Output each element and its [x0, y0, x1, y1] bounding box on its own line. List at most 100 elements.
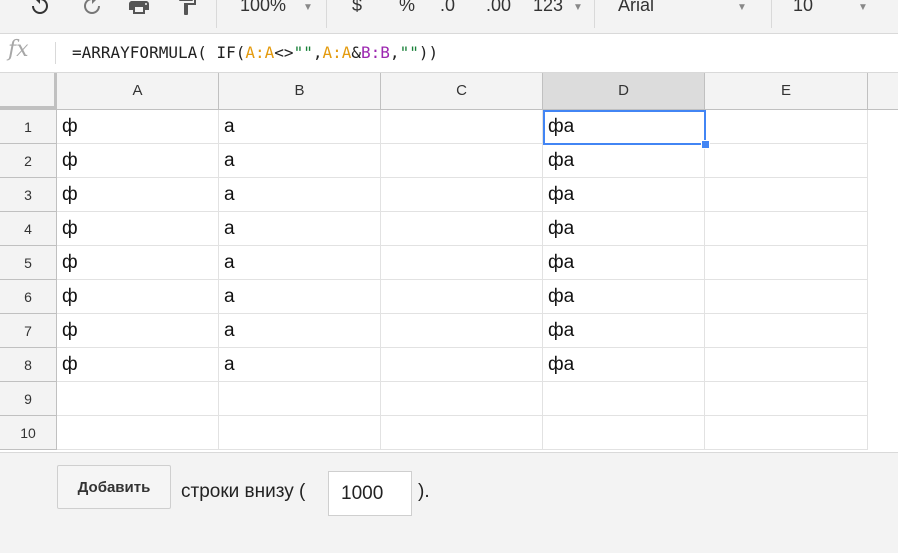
row-header[interactable]: 8 — [0, 348, 57, 382]
cell-b6[interactable]: а — [219, 280, 381, 314]
cell-e2[interactable] — [705, 144, 868, 178]
row-header[interactable]: 1 — [0, 110, 57, 144]
cell-d5[interactable]: фа — [543, 246, 705, 280]
more-formats-button[interactable]: 123 — [533, 0, 563, 16]
cell-e8[interactable] — [705, 348, 868, 382]
cell-b3[interactable]: а — [219, 178, 381, 212]
cell-c9[interactable] — [381, 382, 543, 416]
toolbar-divider — [326, 0, 327, 28]
cell-c5[interactable] — [381, 246, 543, 280]
cell-c7[interactable] — [381, 314, 543, 348]
row-header[interactable]: 7 — [0, 314, 57, 348]
add-rows-label: строки внизу ( — [181, 481, 306, 502]
table-row: 5 ф а фа — [0, 246, 898, 280]
formula-bar: fx =ARRAYFORMULA( IF(A:A<>"",A:A&B:B,"")… — [0, 34, 898, 73]
cell-c6[interactable] — [381, 280, 543, 314]
cell-e10[interactable] — [705, 416, 868, 450]
cell-b8[interactable]: а — [219, 348, 381, 382]
column-header-c[interactable]: C — [381, 73, 543, 109]
column-header-a[interactable]: A — [57, 73, 219, 109]
formula-text: & — [351, 43, 362, 62]
cell-e5[interactable] — [705, 246, 868, 280]
row-header[interactable]: 9 — [0, 382, 57, 416]
cell-b1[interactable]: а — [219, 110, 381, 144]
cell-d7[interactable]: фа — [543, 314, 705, 348]
column-header-d[interactable]: D — [543, 73, 705, 109]
cell-c2[interactable] — [381, 144, 543, 178]
print-icon[interactable] — [127, 0, 151, 17]
row-header[interactable]: 3 — [0, 178, 57, 212]
toolbar: 100% ▼ $ % .0 .00 123 ▼ Arial ▼ 10 ▼ — [0, 0, 898, 34]
row-header[interactable]: 10 — [0, 416, 57, 450]
formula-input[interactable]: =ARRAYFORMULA( IF(A:A<>"",A:A&B:B,"")) — [72, 43, 438, 62]
zoom-select[interactable]: 100% — [240, 0, 286, 16]
table-row: 2 ф а фа — [0, 144, 898, 178]
cell-e7[interactable] — [705, 314, 868, 348]
fill-handle[interactable] — [701, 140, 710, 149]
redo-icon[interactable] — [80, 0, 104, 17]
cell-b5[interactable]: а — [219, 246, 381, 280]
currency-format-button[interactable]: $ — [352, 0, 362, 16]
table-row: 4 ф а фа — [0, 212, 898, 246]
cell-e3[interactable] — [705, 178, 868, 212]
cell-d10[interactable] — [543, 416, 705, 450]
increase-decimals-button[interactable]: .00 — [486, 0, 511, 16]
cell-a9[interactable] — [57, 382, 219, 416]
rows-count-input[interactable]: 1000 — [328, 471, 412, 516]
formula-divider — [55, 42, 56, 64]
percent-format-button[interactable]: % — [399, 0, 415, 16]
cell-b4[interactable]: а — [219, 212, 381, 246]
cell-a8[interactable]: ф — [57, 348, 219, 382]
fx-icon: fx — [8, 37, 29, 62]
toolbar-divider — [216, 0, 217, 28]
cell-e6[interactable] — [705, 280, 868, 314]
row-header[interactable]: 6 — [0, 280, 57, 314]
cell-e1[interactable] — [705, 110, 868, 144]
cell-a7[interactable]: ф — [57, 314, 219, 348]
row-header[interactable]: 4 — [0, 212, 57, 246]
add-rows-button[interactable]: Добавить — [57, 465, 171, 509]
cell-a6[interactable]: ф — [57, 280, 219, 314]
cell-d9[interactable] — [543, 382, 705, 416]
cell-a2[interactable]: ф — [57, 144, 219, 178]
formula-string: "" — [293, 43, 313, 62]
cell-a3[interactable]: ф — [57, 178, 219, 212]
cell-c3[interactable] — [381, 178, 543, 212]
font-size-select[interactable]: 10 — [793, 0, 813, 16]
cell-d6[interactable]: фа — [543, 280, 705, 314]
cell-d2[interactable]: фа — [543, 144, 705, 178]
formula-text: <> — [274, 43, 294, 62]
cell-c1[interactable] — [381, 110, 543, 144]
cell-b2[interactable]: а — [219, 144, 381, 178]
row-header[interactable]: 2 — [0, 144, 57, 178]
formula-text: , — [389, 43, 400, 62]
cell-a10[interactable] — [57, 416, 219, 450]
table-row: 3 ф а фа — [0, 178, 898, 212]
cell-d4[interactable]: фа — [543, 212, 705, 246]
undo-icon[interactable] — [28, 0, 52, 17]
cell-e9[interactable] — [705, 382, 868, 416]
table-row: 9 — [0, 382, 898, 416]
cell-b9[interactable] — [219, 382, 381, 416]
column-header-b[interactable]: B — [219, 73, 381, 109]
cell-c4[interactable] — [381, 212, 543, 246]
formula-text: )) — [418, 43, 439, 62]
column-header-e[interactable]: E — [705, 73, 868, 109]
paint-format-icon[interactable] — [175, 0, 199, 17]
cell-d1[interactable]: фа — [543, 110, 705, 144]
cell-d3[interactable]: фа — [543, 178, 705, 212]
cell-b10[interactable] — [219, 416, 381, 450]
cell-c10[interactable] — [381, 416, 543, 450]
cell-b7[interactable]: а — [219, 314, 381, 348]
cell-a4[interactable]: ф — [57, 212, 219, 246]
cell-d8[interactable]: фа — [543, 348, 705, 382]
font-select[interactable]: Arial — [618, 0, 654, 16]
row-header[interactable]: 5 — [0, 246, 57, 280]
cell-e4[interactable] — [705, 212, 868, 246]
cell-a1[interactable]: ф — [57, 110, 219, 144]
cell-a5[interactable]: ф — [57, 246, 219, 280]
decrease-decimals-button[interactable]: .0 — [440, 0, 455, 16]
cell-c8[interactable] — [381, 348, 543, 382]
select-all-corner[interactable] — [0, 73, 57, 109]
chevron-down-icon: ▼ — [858, 2, 868, 13]
